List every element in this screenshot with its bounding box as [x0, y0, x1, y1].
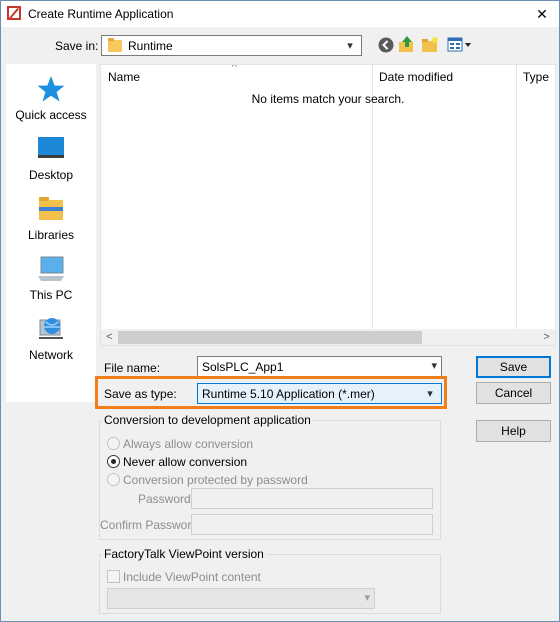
option-password-protected-label: Conversion protected by password [123, 473, 308, 487]
save-as-type-dropdown[interactable]: Runtime 5.10 Application (*.mer) ▾ [197, 383, 442, 404]
save-in-value: Runtime [128, 39, 173, 53]
sidebar-item-quick-access[interactable]: Quick access [6, 70, 96, 126]
scroll-right-icon[interactable]: > [538, 329, 555, 345]
file-name-label: File name: [104, 361, 161, 375]
confirm-password-input[interactable] [191, 514, 433, 535]
password-label: Password: [138, 492, 195, 506]
viewpoint-group-title: FactoryTalk ViewPoint version [102, 547, 266, 561]
option-never-allow-label: Never allow conversion [123, 455, 248, 469]
view-menu-icon[interactable] [447, 36, 473, 54]
save-as-type-label: Save as type: [104, 387, 177, 401]
radio-password-protected[interactable] [107, 473, 120, 486]
include-viewpoint-checkbox[interactable] [107, 570, 120, 583]
libraries-icon [39, 197, 63, 220]
radio-never-allow[interactable] [107, 455, 120, 468]
up-folder-icon[interactable] [398, 35, 416, 53]
sidebar-item-label: Quick access [15, 108, 87, 122]
sidebar-item-label: Libraries [27, 228, 75, 242]
include-viewpoint-label: Include ViewPoint content [123, 570, 261, 584]
file-name-field[interactable] [198, 357, 441, 376]
column-header-type[interactable]: Type [523, 70, 549, 84]
scrollbar-thumb[interactable] [118, 331, 422, 344]
empty-message: No items match your search. [251, 92, 405, 106]
viewpoint-version-dropdown[interactable]: ▾ [107, 588, 375, 609]
file-name-input[interactable]: ▾ [197, 356, 442, 377]
back-icon[interactable] [377, 36, 395, 54]
file-list[interactable]: ^ Name Date modified Type No items match… [100, 64, 556, 346]
cancel-button[interactable]: Cancel [476, 382, 551, 404]
column-header-name[interactable]: Name [108, 70, 140, 84]
close-button[interactable]: ✕ [531, 3, 553, 25]
column-header-date-modified[interactable]: Date modified [379, 70, 453, 84]
sidebar-item-network[interactable]: Network [6, 310, 96, 366]
confirm-password-label: Confirm Password: [100, 518, 202, 532]
create-runtime-application-dialog: Create Runtime Application ✕ Save in: Ru… [0, 0, 560, 622]
sidebar-item-label: Desktop [28, 168, 74, 182]
title-bar: Create Runtime Application ✕ [1, 1, 559, 27]
chevron-down-icon: ▾ [364, 592, 370, 604]
window-title: Create Runtime Application [28, 7, 174, 21]
sidebar-item-label: This PC [29, 288, 73, 302]
option-always-allow-label: Always allow conversion [123, 437, 254, 451]
sort-ascending-icon: ^ [232, 64, 237, 73]
network-icon [39, 318, 63, 339]
places-sidebar: Quick access Desktop Libraries This PC N… [6, 64, 96, 402]
chevron-down-icon: ▾ [427, 388, 433, 400]
save-as-type-value: Runtime 5.10 Application (*.mer) [202, 387, 375, 401]
save-in-dropdown[interactable]: Runtime ▾ [101, 35, 362, 56]
password-input[interactable] [191, 488, 433, 509]
app-icon [7, 6, 21, 20]
folder-icon [108, 38, 122, 52]
sidebar-item-this-pc[interactable]: This PC [6, 250, 96, 306]
horizontal-scrollbar[interactable]: < > [101, 329, 555, 345]
help-button[interactable]: Help [476, 420, 551, 442]
sidebar-item-label: Network [28, 348, 73, 362]
chevron-down-icon: ▾ [347, 40, 353, 52]
computer-icon [38, 256, 64, 281]
radio-always-allow[interactable] [107, 437, 120, 450]
sidebar-item-libraries[interactable]: Libraries [6, 190, 96, 246]
star-icon [37, 76, 65, 102]
save-button[interactable]: Save [476, 356, 551, 378]
sidebar-item-desktop[interactable]: Desktop [6, 130, 96, 186]
chevron-down-icon[interactable]: ▾ [431, 359, 437, 372]
save-in-label: Save in: [55, 39, 99, 53]
conversion-group-title: Conversion to development application [102, 413, 313, 427]
scroll-left-icon[interactable]: < [101, 329, 118, 345]
desktop-icon [38, 137, 64, 158]
new-folder-icon[interactable] [421, 36, 439, 54]
